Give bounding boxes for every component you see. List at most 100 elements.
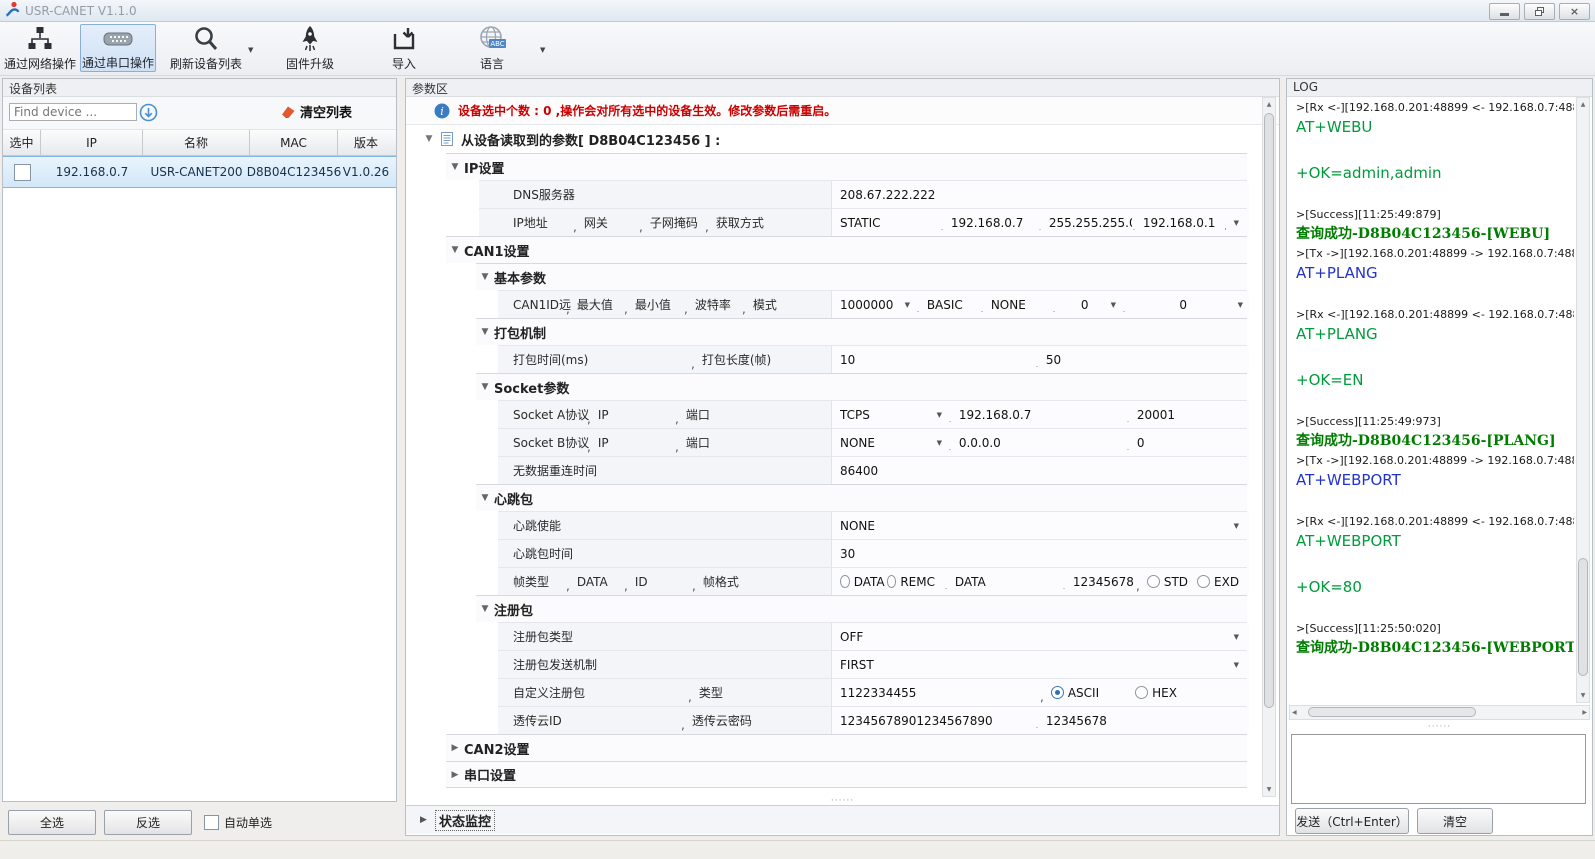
command-input[interactable] <box>1291 734 1586 804</box>
socket-b-ip-value[interactable]: 0.0.0.0 <box>948 436 1126 450</box>
col-mac[interactable]: MAC <box>250 130 338 155</box>
col-name[interactable]: 名称 <box>143 130 250 155</box>
collapse-arrow-icon[interactable]: ▼ <box>476 604 494 614</box>
radio-remote[interactable] <box>887 575 897 588</box>
cloud-id-value[interactable]: 12345678901234567890 <box>840 714 1035 728</box>
scroll-left-icon[interactable]: ◀ <box>1292 709 1297 716</box>
minimize-button[interactable] <box>1489 3 1520 20</box>
toolbar-serial-operate[interactable]: 通过串口操作 <box>80 24 156 72</box>
collapse-arrow-icon[interactable]: ▼ <box>419 134 439 144</box>
custom-register-value[interactable]: 1122334455 <box>840 686 1040 700</box>
log-lines[interactable]: >[Rx <-][192.168.0.201:48899 <- 192.168.… <box>1289 97 1574 703</box>
section-pack-mechanism[interactable]: ▼ 打包机制 <box>476 318 1247 345</box>
dns-value[interactable]: 208.67.222.222 <box>840 188 1249 202</box>
close-button[interactable]: × <box>1559 3 1590 20</box>
ip-value[interactable]: 192.168.0.7 <box>940 216 1038 230</box>
select-all-button[interactable]: 全选 <box>8 810 96 835</box>
tree-root-row[interactable]: ▼ 从设备读取到的参数[ D8B04C123456 ] : <box>406 125 1279 153</box>
scroll-down-icon[interactable]: ▼ <box>1577 689 1589 702</box>
mode-value[interactable]: BASIC <box>916 298 980 312</box>
scrollbar-thumb[interactable] <box>1578 558 1588 676</box>
mask-value[interactable]: 255.255.255.0 <box>1038 216 1132 230</box>
ip-mode-value[interactable]: STATIC <box>840 216 940 230</box>
dropdown-caret[interactable]: ▼ <box>1224 219 1239 227</box>
device-checkbox[interactable] <box>14 164 31 181</box>
heartbeat-enable-select[interactable]: NONE <box>840 519 1249 533</box>
expand-arrow-icon[interactable]: ▶ <box>420 815 436 825</box>
clear-list-button[interactable]: 清空列表 <box>279 102 352 121</box>
radio-ascii[interactable] <box>1051 686 1064 699</box>
clear-log-button[interactable]: 清空 <box>1417 808 1493 834</box>
panel-splitter-handle[interactable]: ······ <box>406 797 1279 805</box>
section-can2-settings[interactable]: ▶ CAN2设置 <box>446 734 1247 761</box>
collapse-arrow-icon[interactable]: ▼ <box>476 493 494 503</box>
socket-a-protocol-select[interactable]: TCPS <box>840 408 948 422</box>
frame-id-value[interactable]: 12345678 <box>1062 575 1136 589</box>
pack-length-value[interactable]: 50 <box>1035 353 1249 367</box>
expand-arrow-icon[interactable]: ▶ <box>446 770 464 780</box>
send-button[interactable]: 发送（Ctrl+Enter） <box>1295 808 1409 834</box>
min-select[interactable]: 0 <box>1122 298 1249 312</box>
reconnect-value[interactable]: 86400 <box>840 464 1249 478</box>
radio-hex[interactable] <box>1135 686 1148 699</box>
collapse-arrow-icon[interactable]: ▼ <box>476 327 494 337</box>
heartbeat-time-value[interactable]: 30 <box>840 547 1249 561</box>
status-monitor-row[interactable]: ▶ 状态监控 <box>406 805 1279 834</box>
section-register-packet[interactable]: ▼ 注册包 <box>476 595 1247 622</box>
auto-single-checkbox[interactable] <box>204 815 219 830</box>
collapse-arrow-icon[interactable]: ▼ <box>476 382 494 392</box>
device-row[interactable]: 192.168.0.7 USR-CANET200 D8B04C123456 V1… <box>3 156 396 188</box>
radio-std[interactable] <box>1147 575 1160 588</box>
scrollbar-thumb[interactable] <box>1264 113 1274 708</box>
col-checked[interactable]: 选中 <box>3 130 41 155</box>
frame-data-value[interactable]: DATA <box>944 575 1062 589</box>
toolbar-network-operate[interactable]: 通过网络操作 <box>1 24 79 72</box>
toolbar-language[interactable]: ABC 语言 <box>462 24 522 72</box>
section-serial-settings[interactable]: ▶ 串口设置 <box>446 761 1247 788</box>
scroll-up-icon[interactable]: ▲ <box>1577 98 1589 111</box>
socket-a-ip-value[interactable]: 192.168.0.7 <box>948 408 1126 422</box>
toolbar-refresh-devices[interactable]: 刷新设备列表 ▼ <box>158 24 254 72</box>
max-select[interactable]: 0 <box>1052 298 1122 312</box>
section-ip-settings[interactable]: ▼ IP设置 <box>446 153 1247 180</box>
cloud-password-value[interactable]: 12345678 <box>1035 714 1249 728</box>
refresh-dropdown-caret[interactable]: ▼ <box>248 46 253 54</box>
radio-data[interactable] <box>840 575 850 588</box>
collapse-arrow-icon[interactable]: ▼ <box>446 245 464 255</box>
socket-b-protocol-select[interactable]: NONE <box>840 436 948 450</box>
col-ip[interactable]: IP <box>41 130 143 155</box>
toolbar-firmware-upgrade[interactable]: 固件升级 <box>268 24 352 72</box>
scrollbar-thumb[interactable] <box>1308 707 1476 717</box>
collapse-arrow-icon[interactable]: ▼ <box>476 272 494 282</box>
search-input[interactable] <box>9 103 137 121</box>
section-can1-settings[interactable]: ▼ CAN1设置 <box>446 236 1247 263</box>
log-splitter-handle[interactable]: ······ <box>1287 723 1592 731</box>
log-horizontal-scrollbar[interactable]: ◀ ▶ <box>1289 705 1590 720</box>
restore-button[interactable] <box>1524 3 1555 20</box>
radio-exd[interactable] <box>1197 575 1210 588</box>
section-heartbeat[interactable]: ▼ 心跳包 <box>476 484 1247 511</box>
register-send-select[interactable]: FIRST <box>840 658 1249 672</box>
toolbar-import[interactable]: 导入 <box>374 24 434 72</box>
filter-value[interactable]: NONE <box>980 298 1052 312</box>
parameter-scrollbar[interactable]: ▲ ▼ <box>1262 97 1276 797</box>
col-version[interactable]: 版本 <box>338 130 394 155</box>
section-basic-params[interactable]: ▼ 基本参数 <box>476 263 1247 290</box>
socket-a-port-value[interactable]: 20001 <box>1126 408 1249 422</box>
scroll-right-icon[interactable]: ▶ <box>1582 709 1587 716</box>
expand-arrow-icon[interactable]: ▶ <box>446 743 464 753</box>
search-go-button[interactable] <box>139 103 158 125</box>
scroll-down-icon[interactable]: ▼ <box>1263 783 1275 796</box>
log-panel: LOG >[Rx <-][192.168.0.201:48899 <- 192.… <box>1286 78 1593 836</box>
language-dropdown-caret[interactable]: ▼ <box>540 46 545 54</box>
scroll-up-icon[interactable]: ▲ <box>1263 98 1275 111</box>
auto-single-select[interactable]: 自动单选 <box>204 814 272 831</box>
log-vertical-scrollbar[interactable]: ▲ ▼ <box>1576 97 1590 703</box>
collapse-arrow-icon[interactable]: ▼ <box>446 162 464 172</box>
section-socket-params[interactable]: ▼ Socket参数 <box>476 373 1247 400</box>
invert-selection-button[interactable]: 反选 <box>104 810 192 835</box>
baudrate-select[interactable]: 1000000 <box>840 298 916 312</box>
register-type-select[interactable]: OFF <box>840 630 1249 644</box>
pack-time-value[interactable]: 10 <box>840 353 1035 367</box>
socket-b-port-value[interactable]: 0 <box>1126 436 1249 450</box>
